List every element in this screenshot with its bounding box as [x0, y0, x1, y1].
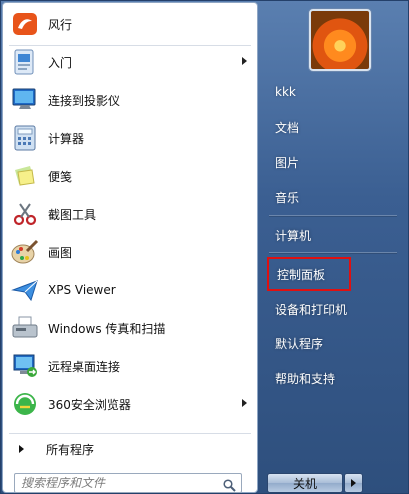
- program-item-remote-desktop[interactable]: 远程桌面连接: [3, 347, 257, 385]
- program-label: 360安全浏览器: [48, 397, 131, 412]
- program-item-fengxing[interactable]: 风行: [3, 5, 257, 43]
- divider: [269, 215, 397, 216]
- remote-desktop-icon: [11, 352, 39, 380]
- calculator-icon: [11, 124, 39, 152]
- all-programs-button[interactable]: 所有程序: [3, 437, 257, 461]
- program-label: 计算器: [48, 131, 85, 146]
- place-item-help-support[interactable]: 帮助和支持: [267, 364, 387, 392]
- paint-icon: [11, 238, 39, 266]
- fengxing-icon: [11, 10, 39, 38]
- program-item-getting-started[interactable]: 入门: [3, 43, 257, 81]
- shutdown-button[interactable]: 关机: [267, 473, 343, 493]
- user-picture[interactable]: [309, 9, 371, 71]
- place-item-devices-printers[interactable]: 设备和打印机: [267, 295, 387, 323]
- program-label: 画图: [48, 245, 73, 260]
- programs-panel: 风行 入门 连接到投影仪 计算器 便笺 截图工具 画图 XPS Viewer W…: [2, 2, 258, 493]
- submenu-arrow-icon[interactable]: [242, 399, 247, 407]
- place-item-user[interactable]: kkk: [267, 78, 387, 106]
- all-programs-label: 所有程序: [46, 442, 95, 457]
- start-menu: 风行 入门 连接到投影仪 计算器 便笺 截图工具 画图 XPS Viewer W…: [0, 0, 409, 494]
- divider: [269, 252, 397, 253]
- program-item-projector[interactable]: 连接到投影仪: [3, 81, 257, 119]
- search-input[interactable]: [21, 475, 221, 491]
- place-item-default-programs[interactable]: 默认程序: [267, 329, 387, 357]
- projector-icon: [11, 86, 39, 114]
- program-label: 截图工具: [48, 207, 97, 222]
- fax-scan-icon: [11, 314, 39, 342]
- program-item-paint[interactable]: 画图: [3, 233, 257, 271]
- 360-browser-icon: [11, 390, 39, 418]
- snipping-tool-icon: [11, 200, 39, 228]
- search-box[interactable]: [14, 473, 242, 493]
- getting-started-icon: [11, 48, 39, 76]
- program-label: 风行: [48, 17, 73, 32]
- program-label: 入门: [48, 55, 73, 70]
- program-item-snipping-tool[interactable]: 截图工具: [3, 195, 257, 233]
- program-label: XPS Viewer: [48, 283, 116, 297]
- place-item-control-panel[interactable]: 控制面板: [267, 257, 351, 291]
- submenu-arrow-icon[interactable]: [242, 57, 247, 65]
- program-item-fax-scan[interactable]: Windows 传真和扫描: [3, 309, 257, 347]
- xps-viewer-icon: [11, 276, 39, 304]
- program-label: 远程桌面连接: [48, 359, 121, 374]
- expand-arrow-icon: [19, 445, 24, 453]
- program-item-sticky-notes[interactable]: 便笺: [3, 157, 257, 195]
- place-item-music[interactable]: 音乐: [267, 183, 387, 211]
- program-item-360-browser[interactable]: 360安全浏览器: [3, 385, 257, 423]
- program-label: 连接到投影仪: [48, 93, 121, 108]
- place-item-documents[interactable]: 文档: [267, 113, 387, 141]
- program-label: 便笺: [48, 169, 73, 184]
- program-item-xps-viewer[interactable]: XPS Viewer: [3, 271, 257, 309]
- program-item-calculator[interactable]: 计算器: [3, 119, 257, 157]
- place-item-computer[interactable]: 计算机: [267, 221, 387, 249]
- sticky-notes-icon: [11, 162, 39, 190]
- shutdown-options-button[interactable]: [344, 473, 363, 493]
- program-label: Windows 传真和扫描: [48, 321, 166, 336]
- divider: [9, 433, 251, 434]
- chevron-right-icon: [351, 479, 356, 487]
- program-list: 风行 入门 连接到投影仪 计算器 便笺 截图工具 画图 XPS Viewer W…: [3, 5, 257, 423]
- place-item-pictures[interactable]: 图片: [267, 148, 387, 176]
- places-panel: kkk 文档 图片 音乐 计算机 控制面板 设备和打印机 默认程序 帮助和支持 …: [259, 1, 408, 493]
- search-icon[interactable]: [223, 477, 236, 493]
